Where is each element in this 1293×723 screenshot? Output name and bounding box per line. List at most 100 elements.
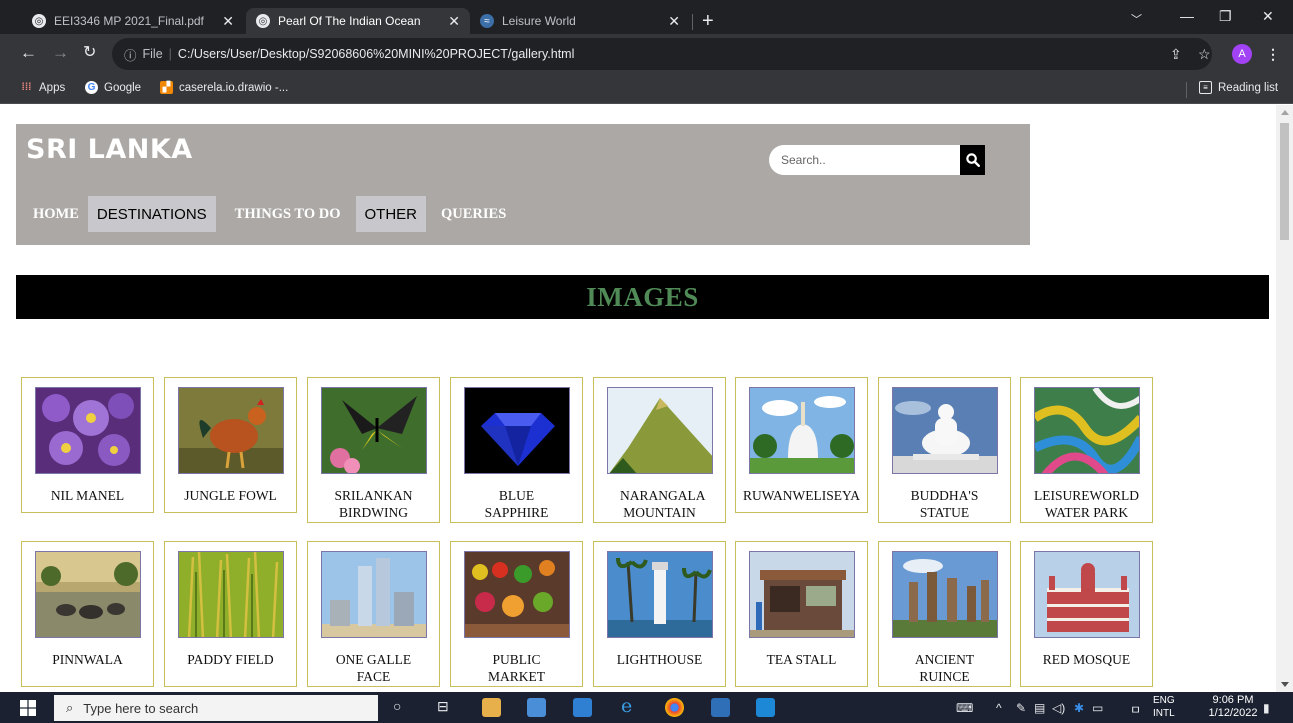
close-icon[interactable]: ✕: [448, 13, 460, 30]
battery-icon[interactable]: ▭: [1092, 701, 1103, 715]
network-icon[interactable]: ▤: [1034, 701, 1045, 715]
nav-queries[interactable]: QUERIES: [432, 196, 515, 232]
nav-things-to-do[interactable]: THINGS TO DO: [226, 196, 350, 232]
search-button[interactable]: [960, 145, 985, 175]
gallery-card[interactable]: LEISUREWORLD WATER PARK: [1020, 377, 1153, 523]
restore-icon[interactable]: ❐: [1219, 8, 1232, 25]
back-arrow-icon[interactable]: ←: [20, 44, 37, 62]
window-close-icon[interactable]: ✕: [1262, 8, 1274, 25]
bookmark-label: Google: [104, 81, 142, 94]
address-bar[interactable]: ⓘ File | C:/Users/User/Desktop/S92068606…: [112, 38, 1212, 70]
gallery-card[interactable]: PADDY FIELD: [164, 541, 297, 687]
gallery-image[interactable]: [749, 387, 855, 474]
language-indicator[interactable]: ENG INTL: [1153, 694, 1175, 720]
gallery-card[interactable]: RED MOSQUE: [1020, 541, 1153, 687]
tab-search-chevron-icon[interactable]: ﹀: [1131, 11, 1142, 27]
input-indicator-icon[interactable]: ㅁ: [1130, 701, 1141, 718]
gallery-card[interactable]: BUDDHA'S STATUE: [878, 377, 1011, 523]
task-view-icon[interactable]: ⊟: [437, 698, 449, 715]
minimize-icon[interactable]: —: [1180, 8, 1194, 24]
nav-other[interactable]: OTHER: [355, 196, 426, 232]
gallery-image[interactable]: [1034, 387, 1140, 474]
address-scheme: File: [142, 47, 163, 61]
gallery-card[interactable]: BLUE SAPPHIRE: [450, 377, 583, 523]
gallery-image[interactable]: [321, 387, 427, 474]
store-icon[interactable]: [527, 698, 546, 717]
nav-destinations[interactable]: DESTINATIONS: [87, 196, 216, 232]
page-scrollbar[interactable]: [1276, 105, 1293, 692]
photos-icon[interactable]: [711, 698, 730, 717]
gallery-card[interactable]: PINNWALA: [21, 541, 154, 687]
gallery-caption: ANCIENT RUINCE: [914, 652, 975, 684]
main-nav: HOME DESTINATIONS THINGS TO DO OTHER QUE…: [24, 196, 515, 232]
address-url: C:/Users/User/Desktop/S92068606%20MINI%2…: [177, 47, 575, 61]
gallery-card[interactable]: PUBLIC MARKET: [450, 541, 583, 687]
pen-icon[interactable]: ✎: [1016, 701, 1026, 715]
bookmark-apps[interactable]: ⁞⁞⁞ Apps: [20, 81, 66, 94]
gallery-card[interactable]: ANCIENT RUINCE: [878, 541, 1011, 687]
gallery-card[interactable]: ONE GALLE FACE: [307, 541, 440, 687]
gallery-image[interactable]: [892, 551, 998, 638]
gallery-image[interactable]: [35, 387, 141, 474]
reading-list-button[interactable]: ≡ Reading list: [1199, 81, 1278, 94]
tab-pdf[interactable]: ◎ EEI3346 MP 2021_Final.pdf ✕: [22, 8, 244, 34]
volume-icon[interactable]: ◁): [1052, 701, 1065, 715]
close-icon[interactable]: ✕: [668, 13, 680, 30]
taskbar-clock[interactable]: 9:06 PM 1/12/2022: [1208, 694, 1258, 720]
gallery-image[interactable]: [35, 551, 141, 638]
gallery-caption: LEISUREWORLD WATER PARK: [1034, 488, 1139, 520]
gallery-card[interactable]: JUNGLE FOWL: [164, 377, 297, 513]
bookmark-star-icon[interactable]: ☆: [1198, 46, 1211, 63]
gallery-caption: JUNGLE FOWL: [184, 488, 277, 503]
kebab-menu-icon[interactable]: ⋮: [1266, 46, 1280, 63]
chrome-icon[interactable]: [665, 698, 684, 717]
tab-pearl-of-the-indian-ocean[interactable]: ◎ Pearl Of The Indian Ocean ✕: [246, 8, 470, 34]
share-icon[interactable]: ⇪: [1170, 46, 1182, 63]
gallery-card[interactable]: RUWANWELISEYA: [735, 377, 868, 513]
forward-arrow-icon[interactable]: →: [52, 44, 69, 62]
gallery-caption: ONE GALLE FACE: [335, 652, 412, 684]
gallery-image[interactable]: [178, 551, 284, 638]
gallery-image[interactable]: [749, 551, 855, 638]
gallery-card[interactable]: NIL MANEL: [21, 377, 154, 513]
windows-start-icon[interactable]: [20, 700, 36, 716]
scrollbar-thumb[interactable]: [1280, 123, 1289, 240]
nav-home[interactable]: HOME: [24, 196, 88, 232]
tray-chevron-icon[interactable]: ^: [996, 701, 1002, 715]
gallery-card[interactable]: SRILANKAN BIRDWING: [307, 377, 440, 523]
gallery-image[interactable]: [321, 551, 427, 638]
notifications-icon[interactable]: ▮: [1263, 701, 1270, 715]
search-icon: [965, 153, 980, 167]
gallery-image[interactable]: [607, 387, 713, 474]
vscode-icon[interactable]: [756, 698, 775, 717]
search-input[interactable]: Search..: [769, 145, 960, 175]
gallery-card[interactable]: LIGHTHOUSE: [593, 541, 726, 687]
gallery-image[interactable]: [178, 387, 284, 474]
taskbar-search-input[interactable]: ⌕ Type here to search: [54, 695, 378, 721]
cortana-icon[interactable]: ○: [393, 698, 401, 714]
bluetooth-icon[interactable]: ✱: [1074, 701, 1084, 715]
reload-icon[interactable]: ↻: [83, 44, 96, 62]
gallery-image[interactable]: [464, 387, 570, 474]
bookmark-google[interactable]: G Google: [85, 81, 141, 94]
scroll-up-arrow-icon[interactable]: [1281, 110, 1289, 115]
mail-icon[interactable]: [573, 698, 592, 717]
gallery-image[interactable]: [1034, 551, 1140, 638]
bookmark-drawio[interactable]: ▞ caserela.io.drawio -...: [160, 81, 288, 94]
close-icon[interactable]: ✕: [222, 13, 234, 30]
keyboard-icon[interactable]: ⌨: [956, 701, 973, 715]
gallery-card[interactable]: TEA STALL: [735, 541, 868, 687]
edge-icon[interactable]: e: [621, 695, 632, 717]
tab-leisure-world[interactable]: ≈ Leisure World ✕: [470, 8, 690, 34]
gallery-image[interactable]: [892, 387, 998, 474]
gallery-image[interactable]: [607, 551, 713, 638]
scroll-down-arrow-icon[interactable]: [1281, 682, 1289, 687]
info-icon[interactable]: ⓘ: [124, 45, 137, 64]
file-explorer-icon[interactable]: [482, 698, 501, 717]
gallery-image[interactable]: [464, 551, 570, 638]
page-viewport: SRI LANKA Search.. HOME DESTINATIONS THI…: [0, 105, 1293, 692]
new-tab-plus-icon[interactable]: +: [702, 11, 714, 31]
gallery-caption: SRILANKAN BIRDWING: [334, 488, 413, 520]
gallery-card[interactable]: NARANGALA MOUNTAIN: [593, 377, 726, 523]
profile-avatar[interactable]: A: [1232, 44, 1252, 64]
